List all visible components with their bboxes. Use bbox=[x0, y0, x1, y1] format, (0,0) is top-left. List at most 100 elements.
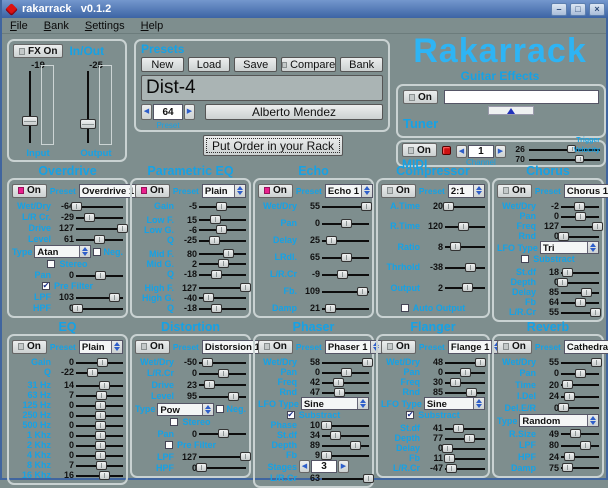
fx-on-button[interactable]: On bbox=[135, 340, 170, 354]
param-slider[interactable] bbox=[561, 452, 599, 461]
menu-bank[interactable]: Bank bbox=[44, 20, 69, 32]
fx-preset-select[interactable]: 2:1 bbox=[448, 184, 485, 198]
param-slider[interactable] bbox=[199, 202, 246, 211]
preset-prev-button[interactable]: ◀ bbox=[141, 104, 152, 120]
param-slider[interactable] bbox=[322, 431, 369, 440]
slider-handle[interactable] bbox=[96, 391, 107, 400]
slider-handle[interactable] bbox=[575, 212, 586, 221]
slider-handle[interactable] bbox=[223, 249, 234, 258]
param-slider[interactable] bbox=[322, 358, 369, 367]
slider-handle[interactable] bbox=[97, 358, 108, 367]
param-slider[interactable] bbox=[199, 369, 246, 378]
slider-handle[interactable] bbox=[95, 271, 106, 280]
fx-on-button[interactable]: On bbox=[12, 184, 47, 198]
slider-handle[interactable] bbox=[99, 381, 110, 390]
param-slider[interactable] bbox=[199, 283, 246, 292]
slider-handle[interactable] bbox=[218, 369, 229, 378]
param-slider[interactable] bbox=[445, 434, 485, 443]
param-slider[interactable] bbox=[76, 368, 123, 377]
fx-on-button[interactable]: On bbox=[258, 184, 293, 198]
slider-handle[interactable] bbox=[575, 298, 586, 307]
menu-help[interactable]: Help bbox=[141, 20, 164, 32]
param-slider[interactable] bbox=[561, 392, 599, 401]
slider-handle[interactable] bbox=[570, 429, 581, 438]
slider-handle[interactable] bbox=[218, 429, 229, 438]
param-slider[interactable] bbox=[199, 463, 246, 472]
param-slider[interactable] bbox=[445, 263, 485, 272]
slider-handle[interactable] bbox=[558, 403, 569, 412]
spinner-arrows-icon[interactable] bbox=[473, 185, 484, 197]
slider-handle[interactable] bbox=[460, 368, 471, 377]
slider-handle[interactable] bbox=[211, 270, 222, 279]
maximize-button[interactable]: □ bbox=[570, 3, 586, 16]
spinner-arrows-icon[interactable] bbox=[473, 398, 484, 409]
slider-handle[interactable] bbox=[362, 358, 373, 367]
slider-handle[interactable] bbox=[96, 461, 107, 470]
param-slider[interactable] bbox=[322, 388, 369, 397]
fx-on-button[interactable]: On bbox=[135, 184, 170, 198]
menu-file[interactable]: File bbox=[10, 20, 28, 32]
slider-handle[interactable] bbox=[462, 283, 473, 292]
param-slider[interactable] bbox=[199, 358, 246, 367]
slider-handle[interactable] bbox=[71, 202, 82, 211]
slider-handle[interactable] bbox=[22, 116, 38, 126]
channel-next-button[interactable]: ▶ bbox=[495, 145, 506, 158]
channel-value[interactable]: 1 bbox=[468, 145, 494, 158]
compare-button[interactable]: Compare bbox=[281, 57, 336, 72]
save-button[interactable]: Save bbox=[234, 57, 277, 72]
param-slider[interactable] bbox=[445, 368, 485, 377]
param-slider[interactable] bbox=[445, 358, 485, 367]
fx-on-button[interactable]: On bbox=[381, 184, 416, 198]
slider-handle[interactable] bbox=[580, 441, 591, 450]
param-slider[interactable] bbox=[199, 259, 246, 268]
param-slider[interactable] bbox=[76, 441, 123, 450]
put-order-button[interactable]: Put Order in your Rack bbox=[203, 135, 343, 156]
slider-handle[interactable] bbox=[564, 392, 575, 401]
param-slider[interactable] bbox=[445, 454, 485, 463]
spinner-arrows-icon[interactable] bbox=[202, 404, 213, 415]
spinner-arrows-icon[interactable] bbox=[79, 246, 90, 257]
spinner-arrows-icon[interactable] bbox=[587, 415, 598, 426]
decrement-button[interactable]: ◀ bbox=[299, 460, 310, 473]
param-slider[interactable] bbox=[322, 474, 369, 483]
slider-handle[interactable] bbox=[321, 421, 332, 430]
param-slider[interactable] bbox=[199, 236, 246, 245]
param-slider[interactable] bbox=[322, 202, 369, 211]
param-slider[interactable] bbox=[199, 249, 246, 258]
slider-handle[interactable] bbox=[117, 224, 128, 233]
fx-on-button[interactable]: FX On bbox=[13, 44, 63, 58]
param-checkbox[interactable] bbox=[47, 260, 55, 268]
param-slider[interactable] bbox=[76, 271, 123, 280]
slider-handle[interactable] bbox=[109, 293, 120, 302]
slider-handle[interactable] bbox=[95, 421, 106, 430]
param-checkbox[interactable] bbox=[521, 255, 529, 263]
fx-preset-select[interactable]: Phaser 1 bbox=[325, 340, 382, 354]
param-slider[interactable] bbox=[76, 224, 123, 233]
slider-handle[interactable] bbox=[590, 308, 601, 317]
slider-handle[interactable] bbox=[218, 259, 229, 268]
param-slider[interactable] bbox=[76, 401, 123, 410]
fx-preset-select[interactable]: Echo 1 bbox=[325, 184, 373, 198]
param-slider[interactable] bbox=[199, 429, 246, 438]
param-slider[interactable] bbox=[76, 431, 123, 440]
slider-handle[interactable] bbox=[341, 219, 352, 228]
slider-handle[interactable] bbox=[334, 388, 345, 397]
slider-handle[interactable] bbox=[87, 368, 98, 377]
slider-handle[interactable] bbox=[564, 452, 575, 461]
fx-preset-select[interactable]: Plain bbox=[79, 340, 123, 354]
slider-handle[interactable] bbox=[444, 454, 455, 463]
param-checkbox[interactable] bbox=[165, 441, 173, 449]
slider-handle[interactable] bbox=[363, 474, 374, 483]
slider-handle[interactable] bbox=[475, 358, 486, 367]
slider-handle[interactable] bbox=[228, 392, 239, 401]
param-slider[interactable] bbox=[199, 293, 246, 302]
slider-handle[interactable] bbox=[209, 236, 220, 245]
slider-handle[interactable] bbox=[341, 368, 352, 377]
param-slider[interactable] bbox=[561, 288, 599, 297]
param-slider[interactable] bbox=[322, 287, 369, 296]
slider-handle[interactable] bbox=[99, 471, 110, 480]
param-slider[interactable] bbox=[445, 202, 485, 211]
param-slider[interactable] bbox=[445, 464, 485, 473]
param-slider[interactable] bbox=[445, 283, 485, 292]
slider-handle[interactable] bbox=[446, 464, 457, 473]
